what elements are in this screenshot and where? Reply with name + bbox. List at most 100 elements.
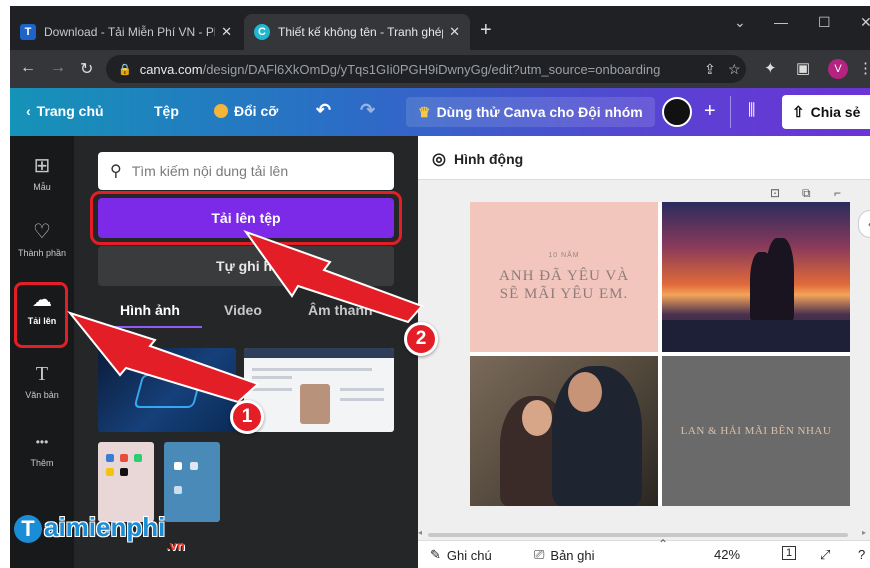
- uploaded-image-thumbnail[interactable]: [244, 348, 394, 432]
- search-placeholder: Tìm kiếm nội dung tải lên: [131, 163, 289, 179]
- couple-portrait-photo[interactable]: [470, 356, 658, 506]
- reload-icon[interactable]: ↻: [80, 59, 93, 79]
- add-page-icon[interactable]: ⌐: [834, 186, 841, 200]
- chrome-menu-icon[interactable]: ⋮: [858, 59, 870, 77]
- panel-collapse-handle[interactable]: ‹: [858, 210, 870, 238]
- redo-icon[interactable]: ↷: [360, 100, 375, 121]
- horizontal-scrollbar[interactable]: ◂ ▸: [418, 528, 870, 540]
- maximize-icon[interactable]: ☐: [818, 14, 831, 31]
- watermark-tld: .vn: [166, 538, 185, 553]
- profile-avatar[interactable]: V: [828, 59, 848, 79]
- share-label: Chia sẻ: [810, 104, 861, 120]
- add-member-icon[interactable]: +: [704, 100, 716, 123]
- rail-item-more[interactable]: ••• Thêm: [10, 430, 74, 486]
- tab-images[interactable]: Hình ảnh: [120, 302, 180, 318]
- zoom-level[interactable]: 42%: [714, 547, 740, 562]
- try-team-button[interactable]: ♛ Dùng thử Canva cho Đội nhóm: [406, 97, 655, 127]
- url-host: canva.com: [139, 61, 203, 77]
- resize-button[interactable]: Đổi cỡ: [214, 103, 278, 119]
- recording-label: Bản ghi: [550, 547, 595, 563]
- help-icon[interactable]: ?: [858, 547, 865, 562]
- taimienphi-favicon-icon: T: [20, 24, 36, 40]
- rail-item-elements[interactable]: ♡ Thành phần: [10, 220, 74, 276]
- quote-line-1: ANH ĐÃ YÊU VÀ: [498, 267, 630, 284]
- try-team-label: Dùng thử Canva cho Đội nhóm: [436, 104, 643, 120]
- back-arrow-icon[interactable]: ←: [20, 59, 36, 77]
- uploaded-image-thumbnail[interactable]: [98, 348, 236, 432]
- tab-video[interactable]: Video: [224, 302, 262, 318]
- chevron-left-icon: ‹: [26, 103, 31, 119]
- undo-icon[interactable]: ↶: [316, 100, 331, 121]
- tab-title: Thiết kế không tên - Tranh ghép: [278, 25, 444, 39]
- collage-text-cell[interactable]: 10 NĂM ANH ĐÃ YÊU VÀ SẼ MÃI YÊU EM.: [470, 202, 658, 352]
- rail-label: Thêm: [30, 458, 54, 468]
- scroll-right-icon[interactable]: ▸: [862, 528, 866, 537]
- sunset-couple-photo[interactable]: [662, 202, 850, 352]
- bookmark-star-icon[interactable]: ☆: [728, 61, 741, 78]
- insights-chart-icon[interactable]: ⫼: [748, 102, 755, 120]
- share-button[interactable]: ⇧ Chia sẻ: [782, 95, 870, 129]
- uploaded-image-thumbnail[interactable]: [164, 442, 220, 522]
- canva-header: ‹ Trang chủ Tệp Đổi cỡ ↶ ↷ ♛ Dùng thử Ca…: [10, 88, 870, 136]
- side-rail: ⊞ Mẫu ♡ Thành phần ☁ Tải lên T Văn bản •…: [10, 136, 74, 568]
- home-link[interactable]: ‹ Trang chủ: [26, 103, 104, 119]
- tab-download[interactable]: T Download - Tải Miễn Phí VN - Ph ✕: [10, 14, 242, 50]
- tab-title: Download - Tải Miễn Phí VN - Ph: [44, 25, 216, 39]
- rail-item-templates[interactable]: ⊞ Mẫu: [10, 154, 74, 210]
- user-avatar[interactable]: [662, 97, 692, 127]
- quote-line-2: SẼ MÃI YÊU EM.: [499, 285, 629, 302]
- tab-audio[interactable]: Âm thanh: [308, 302, 373, 318]
- share-page-icon[interactable]: ⇪: [704, 61, 716, 78]
- extensions-puzzle-icon[interactable]: ✦: [764, 59, 777, 77]
- notes-button[interactable]: ✎ Ghi chú: [430, 547, 492, 563]
- canva-favicon-icon: C: [254, 24, 270, 40]
- record-yourself-button[interactable]: Tự ghi hì: [98, 246, 394, 286]
- tab-close-icon[interactable]: ✕: [449, 24, 460, 40]
- tab-canva-design[interactable]: C Thiết kế không tên - Tranh ghép ✕: [244, 14, 470, 50]
- highlight-uploads: [14, 282, 68, 348]
- uploads-panel: ⚲ Tìm kiếm nội dung tải lên Tải lên tệp …: [74, 136, 418, 568]
- recording-button[interactable]: ⎚ Bản ghi: [534, 547, 595, 563]
- tab-strip: T Download - Tải Miễn Phí VN - Ph ✕ C Th…: [10, 6, 870, 50]
- forward-arrow-icon[interactable]: →: [50, 59, 66, 77]
- page-lock-icon[interactable]: ⊡: [770, 186, 780, 200]
- collage-caption-cell[interactable]: LAN & HẢI MÃI BÊN NHAU: [662, 356, 850, 506]
- editor-toolbar: ◎ Hình động: [418, 136, 870, 180]
- watermark-logo: T: [14, 515, 42, 543]
- page-count[interactable]: 1: [782, 546, 797, 560]
- templates-icon: ⊞: [33, 155, 51, 177]
- step-1-badge: 1: [230, 400, 264, 434]
- collage-page[interactable]: 10 NĂM ANH ĐÃ YÊU VÀ SẼ MÃI YÊU EM. LAN …: [470, 202, 850, 506]
- url-bar[interactable]: 🔒 canva.com /design/DAFl6XkOmDg/yTqs1GIi…: [106, 55, 746, 83]
- rail-label: Văn bản: [25, 390, 59, 400]
- close-window-icon[interactable]: ✕: [860, 14, 870, 31]
- animate-icon: ◎: [432, 151, 446, 168]
- caption-text: LAN & HẢI MÃI BÊN NHAU: [680, 425, 832, 437]
- chevron-up-icon[interactable]: ⌃: [658, 537, 668, 551]
- tab-close-icon[interactable]: ✕: [221, 24, 232, 40]
- duplicate-page-icon[interactable]: ⧉: [802, 186, 811, 201]
- scroll-left-icon[interactable]: ◂: [418, 528, 422, 537]
- side-panel-icon[interactable]: ▣: [796, 59, 810, 77]
- active-tab-underline: [98, 326, 202, 328]
- highlight-upload-button: [90, 191, 402, 245]
- uploaded-image-thumbnail[interactable]: [98, 442, 154, 522]
- lock-icon: 🔒: [118, 63, 132, 76]
- notes-icon: ✎: [430, 547, 441, 562]
- file-menu[interactable]: Tệp: [154, 103, 179, 119]
- taimienphi-watermark: T aimienphi .vn: [14, 512, 185, 553]
- fullscreen-icon[interactable]: ⤢: [820, 547, 830, 563]
- tab-search-chevron-icon[interactable]: ⌄: [734, 14, 746, 31]
- animate-button[interactable]: ◎ Hình động: [432, 149, 523, 169]
- watermark-name: aimienphi: [44, 512, 166, 542]
- animate-label: Hình động: [453, 151, 524, 167]
- recording-icon: ⎚: [534, 547, 545, 562]
- minimize-icon[interactable]: —: [774, 14, 788, 30]
- anniversary-label: 10 NĂM: [548, 251, 580, 259]
- new-tab-button[interactable]: +: [480, 19, 492, 42]
- crown-coin-icon: [214, 104, 228, 118]
- scrollbar-thumb[interactable]: [428, 533, 848, 537]
- upload-search-input[interactable]: ⚲ Tìm kiếm nội dung tải lên: [98, 152, 394, 190]
- rail-item-text[interactable]: T Văn bản: [10, 362, 74, 418]
- editor-footer: ⌃ ✎ Ghi chú ⎚ Bản ghi 42% 1 ⤢ ?: [418, 537, 870, 568]
